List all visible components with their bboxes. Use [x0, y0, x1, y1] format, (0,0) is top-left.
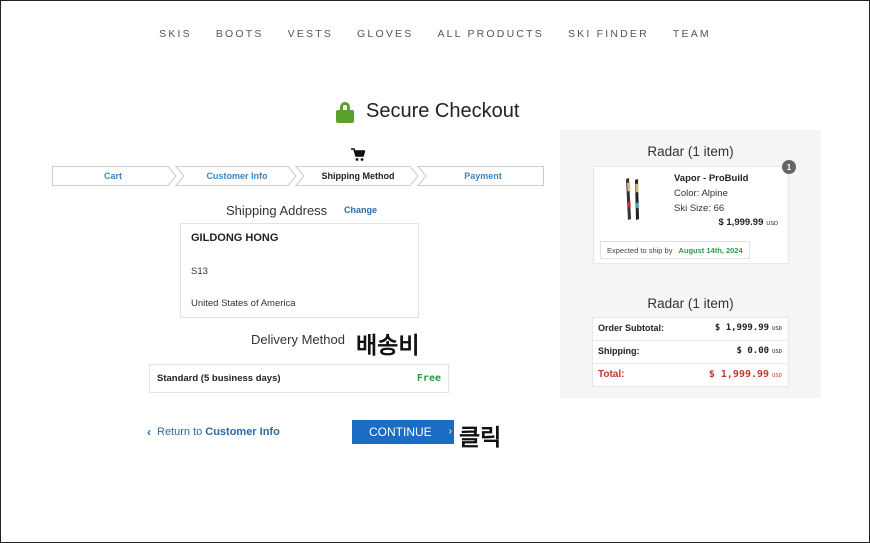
summary-row-shipping: Shipping: $ 0.00 USD	[593, 341, 788, 364]
return-to-customer-info-link[interactable]: ‹ Return to Customer Info	[147, 425, 280, 439]
shipping-address-heading: Shipping Address	[226, 203, 328, 218]
continue-label: CONTINUE	[369, 425, 432, 439]
item-color: Color: Alpine	[674, 188, 728, 199]
nav-item-gloves[interactable]: GLOVES	[357, 28, 413, 40]
return-target: Customer Info	[205, 426, 280, 438]
nav-item-vests[interactable]: VESTS	[288, 28, 333, 40]
delivery-option-price: Free	[416, 373, 441, 384]
cart-title: Radar (1 item)	[647, 144, 734, 159]
chevron-left-icon: ‹	[147, 425, 151, 439]
item-name: Vapor - ProBuild	[674, 173, 749, 184]
shipping-fee-annotation: 배송비	[356, 333, 420, 359]
change-address-link[interactable]: Change	[344, 205, 377, 215]
return-prefix: Return to	[157, 426, 203, 438]
top-nav: SKIS BOOTS VESTS GLOVES ALL PRODUCTS SKI FIND…	[0, 28, 870, 40]
step-cart[interactable]: Cart	[52, 166, 174, 186]
address-name: GILDONG HONG	[191, 232, 279, 244]
click-annotation: 클릭	[459, 425, 502, 451]
page-title-text: Secure Checkout	[366, 100, 520, 122]
step-payment[interactable]: Payment	[422, 166, 544, 186]
summary-row-subtotal: Order Subtotal: $ 1,999.99 USD	[593, 318, 788, 341]
summary-row-total: Total: $ 1,999.99 USD	[598, 369, 782, 380]
address-card: GILDONG HONG S13 United States of Americ…	[180, 223, 419, 318]
summary-title: Radar (1 item)	[647, 296, 734, 311]
delivery-option-label: Standard (5 business days)	[157, 373, 281, 384]
lock-icon	[336, 101, 354, 123]
continue-button[interactable]: CONTINUE ›	[352, 420, 454, 444]
ski-image	[626, 178, 639, 220]
nav-item-skis[interactable]: SKIS	[159, 28, 192, 40]
nav-item-boots[interactable]: BOOTS	[216, 28, 264, 40]
delivery-method-heading: Delivery Method	[251, 332, 345, 347]
delivery-option[interactable]: Standard (5 business days) Free	[149, 364, 449, 393]
order-summary: Order Subtotal: $ 1,999.99 USD Shipping: …	[592, 317, 789, 387]
order-sidebar: Radar (1 item) Vapor - ProBuild Color: A…	[560, 130, 821, 398]
item-count-badge: 1	[782, 160, 796, 174]
page-title: Secure Checkout	[336, 100, 519, 123]
item-size: Ski Size: 66	[674, 203, 725, 214]
step-customer-info[interactable]: Customer Info	[180, 166, 294, 186]
step-shipping-method: Shipping Method	[321, 171, 395, 181]
cart-icon	[351, 148, 365, 161]
ship-date-note: Expected to ship by August 14th, 2024	[600, 241, 750, 259]
nav-item-all-products[interactable]: ALL PRODUCTS	[437, 28, 544, 40]
nav-item-team[interactable]: TEAM	[673, 28, 711, 40]
chevron-right-icon: ›	[448, 426, 452, 437]
item-price: $ 1,999.99 USD	[718, 217, 778, 228]
address-country: United States of America	[191, 298, 296, 309]
nav-item-ski-finder[interactable]: SKI FINDER	[568, 28, 649, 40]
address-line1: S13	[191, 266, 208, 277]
cart-item: Vapor - ProBuild Color: Alpine Ski Size:…	[593, 166, 789, 264]
